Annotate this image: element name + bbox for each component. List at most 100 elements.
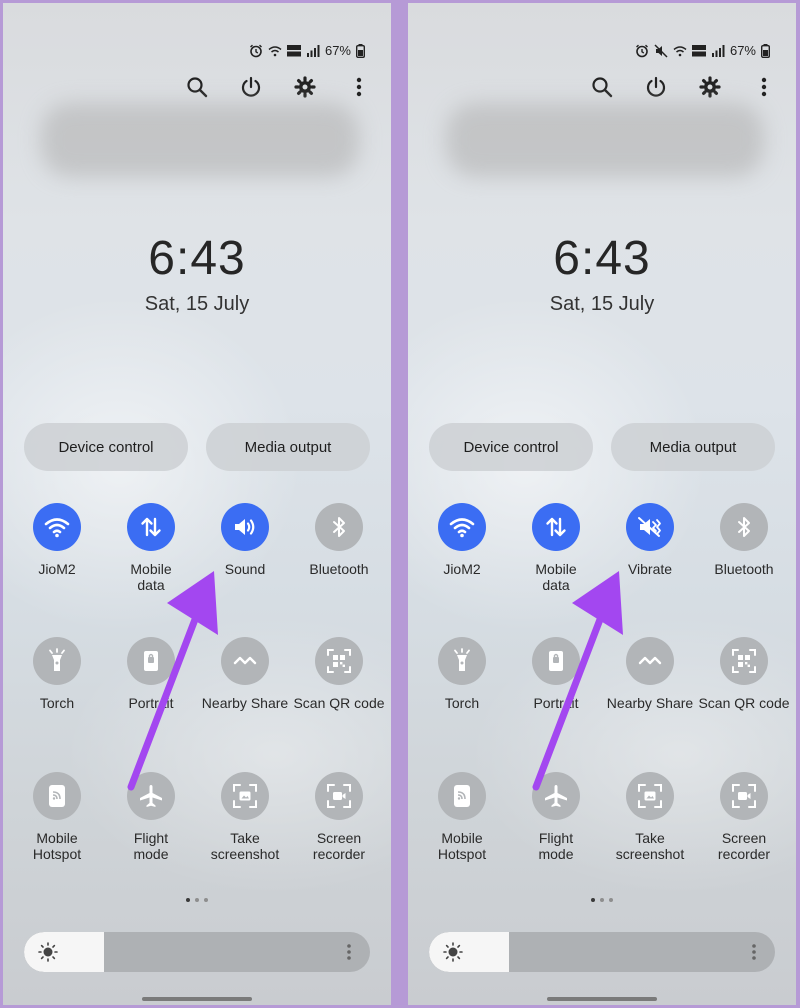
blurred-notification <box>41 103 359 177</box>
power-button[interactable] <box>237 73 265 101</box>
hotspot-icon <box>33 772 81 820</box>
page-dot <box>600 898 604 902</box>
page-dot <box>186 898 190 902</box>
nearby-share-icon <box>626 637 674 685</box>
screenshot-icon <box>221 772 269 820</box>
tile-flight-mode[interactable]: Flight mode <box>508 772 604 862</box>
device-control-label: Device control <box>58 438 154 456</box>
tile-label: Scan QR code <box>698 695 790 711</box>
device-control-label: Device control <box>463 438 559 456</box>
qr-code-icon <box>315 637 363 685</box>
tile-take-screenshot[interactable]: Take screenshot <box>602 772 698 862</box>
tile-nearby-share[interactable]: Nearby Share <box>197 637 293 711</box>
tile-label: Mobile data <box>130 561 172 593</box>
sun-icon <box>38 942 58 962</box>
wifi-icon <box>438 503 486 551</box>
mobile-data-icon <box>127 503 175 551</box>
home-indicator[interactable] <box>547 997 657 1001</box>
torch-icon <box>33 637 81 685</box>
tile-screen-recorder[interactable]: Screen recorder <box>696 772 792 862</box>
tile-flight-mode[interactable]: Flight mode <box>103 772 199 862</box>
gear-icon <box>294 76 316 98</box>
torch-icon <box>438 637 486 685</box>
tile-label: Nearby Share <box>606 695 694 711</box>
tile-bluetooth[interactable]: Bluetooth <box>291 503 387 577</box>
airplane-icon <box>532 772 580 820</box>
volte-icon <box>286 44 301 56</box>
screenshot-icon <box>626 772 674 820</box>
alarm-icon <box>250 44 262 57</box>
mobile-data-icon <box>532 503 580 551</box>
tile-label: Mobile Hotspot <box>437 830 487 862</box>
tile-screen-recorder[interactable]: Screen recorder <box>291 772 387 862</box>
brightness-fill <box>24 932 104 972</box>
tile-torch[interactable]: Torch <box>9 637 105 711</box>
power-icon <box>241 76 261 97</box>
device-control-button[interactable]: Device control <box>24 423 188 471</box>
media-output-label: Media output <box>244 438 332 456</box>
tile-mobile-hotspot[interactable]: Mobile Hotspot <box>414 772 510 862</box>
portrait-icon <box>127 637 175 685</box>
settings-button[interactable] <box>696 73 724 101</box>
tile-vibrate[interactable]: Vibrate <box>602 503 698 577</box>
media-output-button[interactable]: Media output <box>611 423 775 471</box>
page-dot <box>591 898 595 902</box>
tile-sound[interactable]: Sound <box>197 503 293 577</box>
clock-time: 6:43 <box>148 232 246 285</box>
search-button[interactable] <box>588 73 616 101</box>
brightness-more-icon[interactable] <box>346 943 352 961</box>
brightness-slider[interactable] <box>429 932 775 972</box>
screen-recorder-icon <box>720 772 768 820</box>
tile-bluetooth[interactable]: Bluetooth <box>696 503 792 577</box>
tile-jiom2[interactable]: JioM2 <box>9 503 105 577</box>
battery-icon <box>356 43 365 58</box>
tile-mobile-data[interactable]: Mobile data <box>508 503 604 593</box>
settings-button[interactable] <box>291 73 319 101</box>
brightness-fill <box>429 932 509 972</box>
signal-icon <box>306 44 320 57</box>
power-button[interactable] <box>642 73 670 101</box>
tile-torch[interactable]: Torch <box>414 637 510 711</box>
bluetooth-icon <box>315 503 363 551</box>
battery-icon <box>761 43 770 58</box>
tile-scan-qr-code[interactable]: Scan QR code <box>696 637 792 711</box>
device-control-button[interactable]: Device control <box>429 423 593 471</box>
wifi-status-icon <box>673 45 687 56</box>
tile-label: Nearby Share <box>201 695 289 711</box>
brightness-slider[interactable] <box>24 932 370 972</box>
tile-portrait[interactable]: Portrait <box>103 637 199 711</box>
brightness-more-icon[interactable] <box>751 943 757 961</box>
power-icon <box>646 76 666 97</box>
clock-date: Sat, 15 July <box>549 293 655 315</box>
tile-jiom2[interactable]: JioM2 <box>414 503 510 577</box>
sun-icon <box>443 942 463 962</box>
tile-mobile-hotspot[interactable]: Mobile Hotspot <box>9 772 105 862</box>
vibrate-icon <box>626 503 674 551</box>
status-bar: 67% <box>635 43 770 58</box>
wifi-icon <box>33 503 81 551</box>
search-button[interactable] <box>183 73 211 101</box>
tile-label: Scan QR code <box>293 695 385 711</box>
quick-panel-before: 67% 6:43 Sat, 15 July Device control Media o… <box>3 3 391 1005</box>
more-options-button[interactable] <box>345 73 373 101</box>
tile-label: Sound <box>224 561 266 577</box>
tile-mobile-data[interactable]: Mobile data <box>103 503 199 593</box>
gear-icon <box>699 76 721 98</box>
tile-portrait[interactable]: Portrait <box>508 637 604 711</box>
qr-code-icon <box>720 637 768 685</box>
tile-nearby-share[interactable]: Nearby Share <box>602 637 698 711</box>
home-indicator[interactable] <box>142 997 252 1001</box>
tile-scan-qr-code[interactable]: Scan QR code <box>291 637 387 711</box>
tile-take-screenshot[interactable]: Take screenshot <box>197 772 293 862</box>
clock-time: 6:43 <box>553 232 651 285</box>
tile-label: JioM2 <box>38 561 76 577</box>
media-output-button[interactable]: Media output <box>206 423 370 471</box>
more-vertical-icon <box>356 77 362 97</box>
more-options-button[interactable] <box>750 73 778 101</box>
status-bar: 67% <box>249 43 365 58</box>
page-indicator <box>408 898 796 902</box>
volte-icon <box>691 44 706 56</box>
media-output-label: Media output <box>649 438 737 456</box>
bluetooth-icon <box>720 503 768 551</box>
tile-label: Bluetooth <box>309 561 369 577</box>
